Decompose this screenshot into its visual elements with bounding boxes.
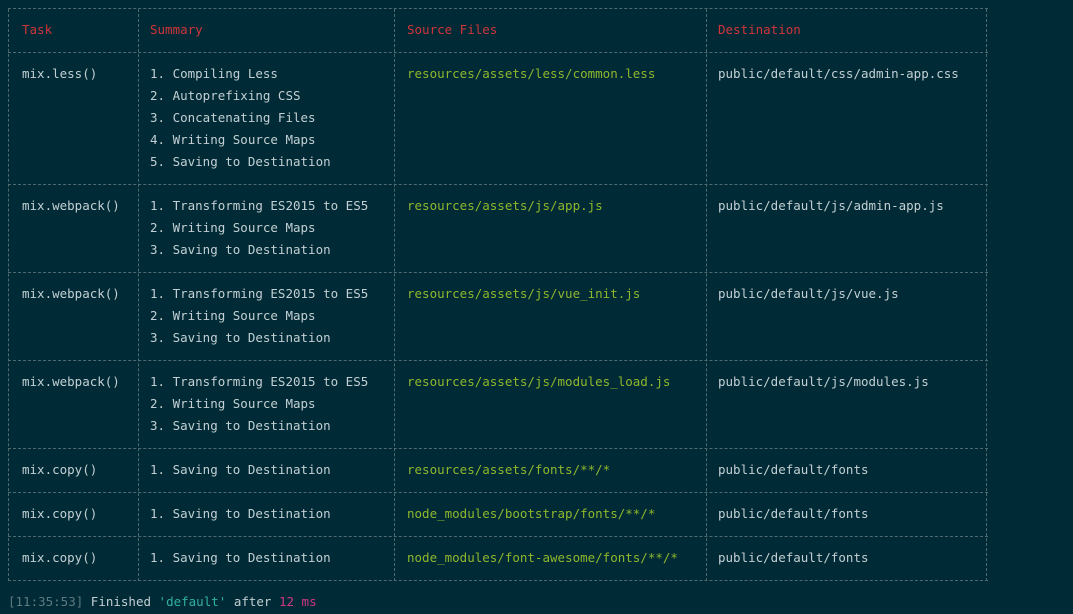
table-row: mix.webpack() 1. Transforming ES2015 to E…: [8, 185, 988, 273]
summary-step: 1. Transforming ES2015 to ES5: [150, 198, 369, 213]
table-row: mix.less() 1. Compiling Less 2. Autoprefix…: [8, 53, 988, 185]
summary-steps: 1. Saving to Destination: [150, 503, 331, 525]
header-summary: Summary: [150, 22, 203, 37]
task-name: mix.less(): [22, 66, 98, 81]
summary-step: 4. Writing Source Maps: [150, 132, 316, 147]
summary-steps: 1. Compiling Less 2. Autoprefixing CSS 3. …: [150, 63, 331, 173]
task-name: mix.webpack(): [22, 374, 120, 389]
table-row: mix.copy() 1. Saving to Destination resour…: [8, 449, 988, 493]
table-row: mix.webpack() 1. Transforming ES2015 to E…: [8, 273, 988, 361]
terminal-window: Task Summary Source Files Destination mi…: [0, 0, 1073, 614]
destination-path: public/default/fonts: [718, 506, 869, 521]
table-row: mix.copy() 1. Saving to Destination node_m…: [8, 493, 988, 537]
table-row: mix.webpack() 1. Transforming ES2015 to E…: [8, 361, 988, 449]
status-duration: 12 ms: [278, 594, 317, 609]
task-summary-table: Task Summary Source Files Destination mi…: [8, 8, 988, 581]
destination-path: public/default/fonts: [718, 462, 869, 477]
task-name: mix.copy(): [22, 462, 98, 477]
summary-step: 1. Saving to Destination: [150, 462, 331, 477]
summary-step: 3. Saving to Destination: [150, 242, 331, 257]
summary-steps: 1. Transforming ES2015 to ES5 2. Writing …: [150, 195, 368, 261]
task-name: mix.webpack(): [22, 286, 120, 301]
summary-steps: 1. Transforming ES2015 to ES5 2. Writing …: [150, 283, 368, 349]
header-task: Task: [22, 22, 53, 37]
summary-step: 1. Transforming ES2015 to ES5: [150, 374, 369, 389]
destination-path: public/default/js/vue.js: [718, 286, 899, 301]
task-name: mix.copy(): [22, 506, 98, 521]
source-path: resources/assets/less/common.less: [407, 66, 656, 81]
summary-step: 1. Saving to Destination: [150, 550, 331, 565]
destination-path: public/default/css/admin-app.css: [718, 66, 959, 81]
summary-step: 3. Concatenating Files: [150, 110, 316, 125]
summary-step: 1. Compiling Less: [150, 66, 278, 81]
header-source-files: Source Files: [407, 22, 498, 37]
summary-step: 2. Autoprefixing CSS: [150, 88, 301, 103]
destination-path: public/default/fonts: [718, 550, 869, 565]
source-path: resources/assets/fonts/**/*: [407, 462, 611, 477]
task-name: mix.webpack(): [22, 198, 120, 213]
table-row: mix.copy() 1. Saving to Destination node_m…: [8, 537, 988, 581]
table-header-row: Task Summary Source Files Destination: [8, 9, 988, 53]
summary-step: 2. Writing Source Maps: [150, 308, 316, 323]
summary-step: 1. Transforming ES2015 to ES5: [150, 286, 369, 301]
source-path: node_modules/bootstrap/fonts/**/*: [407, 506, 656, 521]
destination-path: public/default/js/modules.js: [718, 374, 929, 389]
source-path: resources/assets/js/vue_init.js: [407, 286, 641, 301]
summary-steps: 1. Transforming ES2015 to ES5 2. Writing …: [150, 371, 368, 437]
table-body: mix.less() 1. Compiling Less 2. Autoprefix…: [8, 53, 988, 581]
summary-steps: 1. Saving to Destination: [150, 547, 331, 569]
source-path: node_modules/font-awesome/fonts/**/*: [407, 550, 678, 565]
task-name: mix.copy(): [22, 550, 98, 565]
status-task-name: 'default': [158, 594, 227, 609]
destination-path: public/default/js/admin-app.js: [718, 198, 944, 213]
status-after-text: after: [233, 594, 272, 609]
source-path: resources/assets/js/app.js: [407, 198, 603, 213]
summary-step: 5. Saving to Destination: [150, 154, 331, 169]
summary-steps: 1. Saving to Destination: [150, 459, 331, 481]
summary-step: 1. Saving to Destination: [150, 506, 331, 521]
summary-step: 2. Writing Source Maps: [150, 396, 316, 411]
status-finished-text: Finished: [90, 594, 152, 609]
summary-step: 3. Saving to Destination: [150, 418, 331, 433]
header-destination: Destination: [718, 22, 801, 37]
summary-step: 2. Writing Source Maps: [150, 220, 316, 235]
summary-step: 3. Saving to Destination: [150, 330, 331, 345]
source-path: resources/assets/js/modules_load.js: [407, 374, 671, 389]
status-line: [11:35:53] Finished 'default' after 12 m…: [8, 594, 317, 609]
status-timestamp: [11:35:53]: [8, 594, 84, 609]
